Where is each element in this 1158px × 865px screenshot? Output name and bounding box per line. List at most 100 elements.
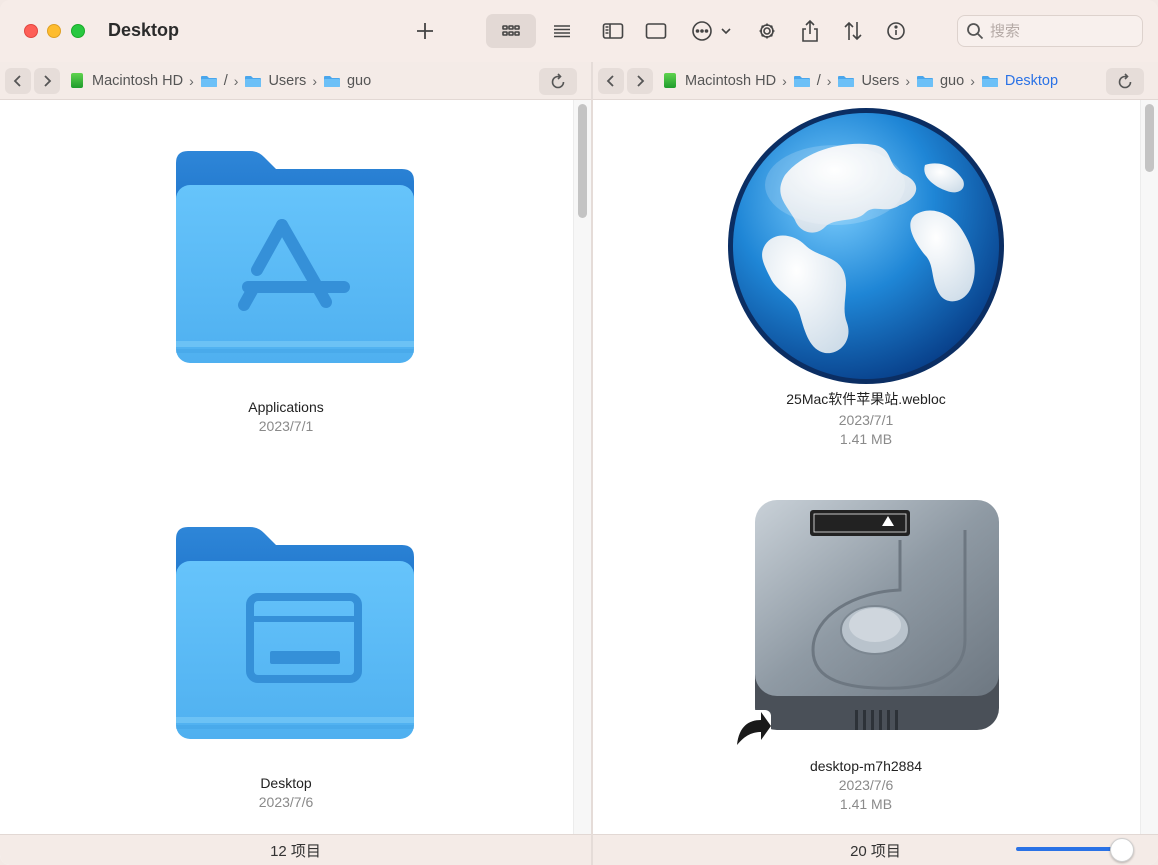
crumb-users[interactable]: Users bbox=[837, 73, 899, 89]
share-button[interactable] bbox=[795, 14, 825, 48]
crumb-label: Users bbox=[268, 72, 307, 89]
right-content: 25Mac软件苹果站.webloc 2023/7/1 1.41 MB deskt… bbox=[593, 100, 1158, 834]
left-content: Applications 2023/7/1 Desktop 2023/7/6 bbox=[0, 100, 591, 834]
item-count: 20 项目 bbox=[850, 842, 901, 860]
folder-icon bbox=[200, 75, 217, 87]
path-separator: › bbox=[312, 72, 317, 89]
window-title: Desktop bbox=[108, 20, 180, 40]
icon-view-icon bbox=[502, 25, 520, 36]
preview-button[interactable] bbox=[641, 14, 671, 48]
file-date: 2023/7/6 bbox=[838, 777, 894, 793]
hard-drive-icon bbox=[71, 73, 83, 88]
file-name: desktop-m7h2884 bbox=[809, 758, 923, 774]
crumb-label: Desktop bbox=[1004, 72, 1059, 89]
right-scrollbar[interactable] bbox=[1140, 100, 1158, 834]
applications-folder-icon bbox=[176, 151, 414, 363]
file-size: 1.41 MB bbox=[839, 431, 893, 447]
crumb-root[interactable]: / bbox=[793, 73, 821, 89]
left-refresh-button[interactable] bbox=[539, 68, 577, 95]
sort-icon bbox=[844, 21, 862, 41]
item-count: 12 项目 bbox=[270, 842, 321, 860]
path-separator: › bbox=[905, 72, 910, 89]
left-forward-button[interactable] bbox=[34, 67, 60, 94]
left-status-bar: 12 项目 bbox=[0, 834, 591, 865]
info-icon bbox=[887, 22, 905, 40]
search-field[interactable] bbox=[957, 15, 1143, 47]
folder-icon bbox=[838, 75, 855, 87]
folder-icon bbox=[793, 75, 810, 87]
path-separator: › bbox=[189, 72, 194, 89]
search-input[interactable] bbox=[990, 22, 1130, 40]
path-separator: › bbox=[826, 72, 832, 89]
hard-drive-icon bbox=[664, 73, 676, 88]
sidebar-icon bbox=[602, 23, 624, 39]
refresh-icon bbox=[551, 72, 565, 88]
hard-disk-alias-icon bbox=[729, 500, 999, 752]
right-pane: Macintosh HD › / › Users › guo › Desktop… bbox=[593, 62, 1158, 865]
right-back-button[interactable] bbox=[598, 67, 624, 94]
file-item-webloc[interactable]: 25Mac软件苹果站.webloc 2023/7/1 1.41 MB bbox=[716, 105, 1016, 447]
left-scroll-thumb[interactable] bbox=[578, 104, 587, 218]
minimize-window-button[interactable] bbox=[47, 24, 61, 38]
crumb-guo[interactable]: guo bbox=[323, 73, 371, 89]
crumb-label: / bbox=[223, 72, 228, 89]
icon-view-button[interactable] bbox=[486, 14, 536, 48]
file-item-desktop[interactable]: Desktop 2023/7/6 bbox=[136, 521, 436, 810]
folder-icon bbox=[916, 75, 933, 87]
get-info-button[interactable] bbox=[881, 14, 911, 48]
share-icon bbox=[802, 19, 818, 42]
settings-button[interactable] bbox=[752, 14, 782, 48]
right-path-bar: Macintosh HD › / › Users › guo › Desktop bbox=[593, 62, 1158, 100]
crumb-label: / bbox=[816, 72, 821, 89]
crumb-guo[interactable]: guo bbox=[916, 73, 964, 89]
file-item-desktop-alias[interactable]: desktop-m7h2884 2023/7/6 1.41 MB bbox=[716, 490, 1016, 812]
toolbar: Desktop bbox=[0, 0, 1158, 62]
right-refresh-button[interactable] bbox=[1106, 68, 1144, 95]
crumb-macintosh-hd[interactable]: Macintosh HD bbox=[664, 73, 776, 89]
crumb-root[interactable]: / bbox=[200, 73, 228, 89]
crumb-label: Macintosh HD bbox=[685, 72, 777, 89]
chevron-right-icon bbox=[44, 74, 52, 87]
list-view-icon bbox=[554, 25, 570, 38]
chevron-left-icon bbox=[13, 74, 21, 87]
file-name: 25Mac软件苹果站.webloc bbox=[786, 391, 946, 407]
breadcrumb: Macintosh HD › / › Users › guo › Desktop bbox=[664, 73, 1058, 89]
crumb-desktop[interactable]: Desktop bbox=[981, 73, 1058, 89]
folder-icon bbox=[323, 75, 340, 87]
zoom-window-button[interactable] bbox=[71, 24, 85, 38]
add-button[interactable] bbox=[409, 14, 441, 48]
path-separator: › bbox=[970, 72, 975, 89]
icon-size-slider-knob[interactable] bbox=[1110, 838, 1134, 862]
path-separator: › bbox=[233, 72, 239, 89]
crumb-users[interactable]: Users bbox=[244, 73, 306, 89]
right-scroll-thumb[interactable] bbox=[1145, 104, 1154, 172]
more-actions-button[interactable] bbox=[689, 14, 735, 48]
right-forward-button[interactable] bbox=[627, 67, 653, 94]
left-scrollbar[interactable] bbox=[573, 100, 591, 834]
file-date: 2023/7/1 bbox=[258, 418, 314, 434]
globe-icon bbox=[728, 108, 1004, 384]
folder-icon bbox=[981, 75, 998, 87]
sidebar-toggle-button[interactable] bbox=[598, 14, 628, 48]
file-name: Applications bbox=[248, 399, 324, 415]
list-view-button[interactable] bbox=[547, 14, 577, 48]
file-item-applications[interactable]: Applications 2023/7/1 bbox=[136, 145, 436, 434]
breadcrumb: Macintosh HD › / › Users › guo bbox=[71, 73, 371, 89]
gear-icon bbox=[759, 23, 775, 39]
close-window-button[interactable] bbox=[24, 24, 38, 38]
preview-icon bbox=[645, 23, 667, 39]
finder-window: Desktop 搜索 Macintosh HD › / › Users › gu… bbox=[0, 0, 1158, 865]
folder-icon bbox=[245, 75, 262, 87]
desktop-folder-icon bbox=[176, 527, 414, 739]
path-separator: › bbox=[782, 72, 787, 89]
crumb-label: guo bbox=[346, 72, 372, 89]
left-back-button[interactable] bbox=[5, 67, 31, 94]
crumb-label: Macintosh HD bbox=[92, 72, 184, 89]
crumb-macintosh-hd[interactable]: Macintosh HD bbox=[71, 73, 183, 89]
refresh-icon bbox=[1118, 72, 1132, 88]
add-icon bbox=[417, 23, 433, 39]
left-path-bar: Macintosh HD › / › Users › guo bbox=[0, 62, 591, 100]
sort-button[interactable] bbox=[838, 14, 868, 48]
chevron-right-icon bbox=[637, 74, 645, 87]
chevron-left-icon bbox=[606, 74, 614, 87]
